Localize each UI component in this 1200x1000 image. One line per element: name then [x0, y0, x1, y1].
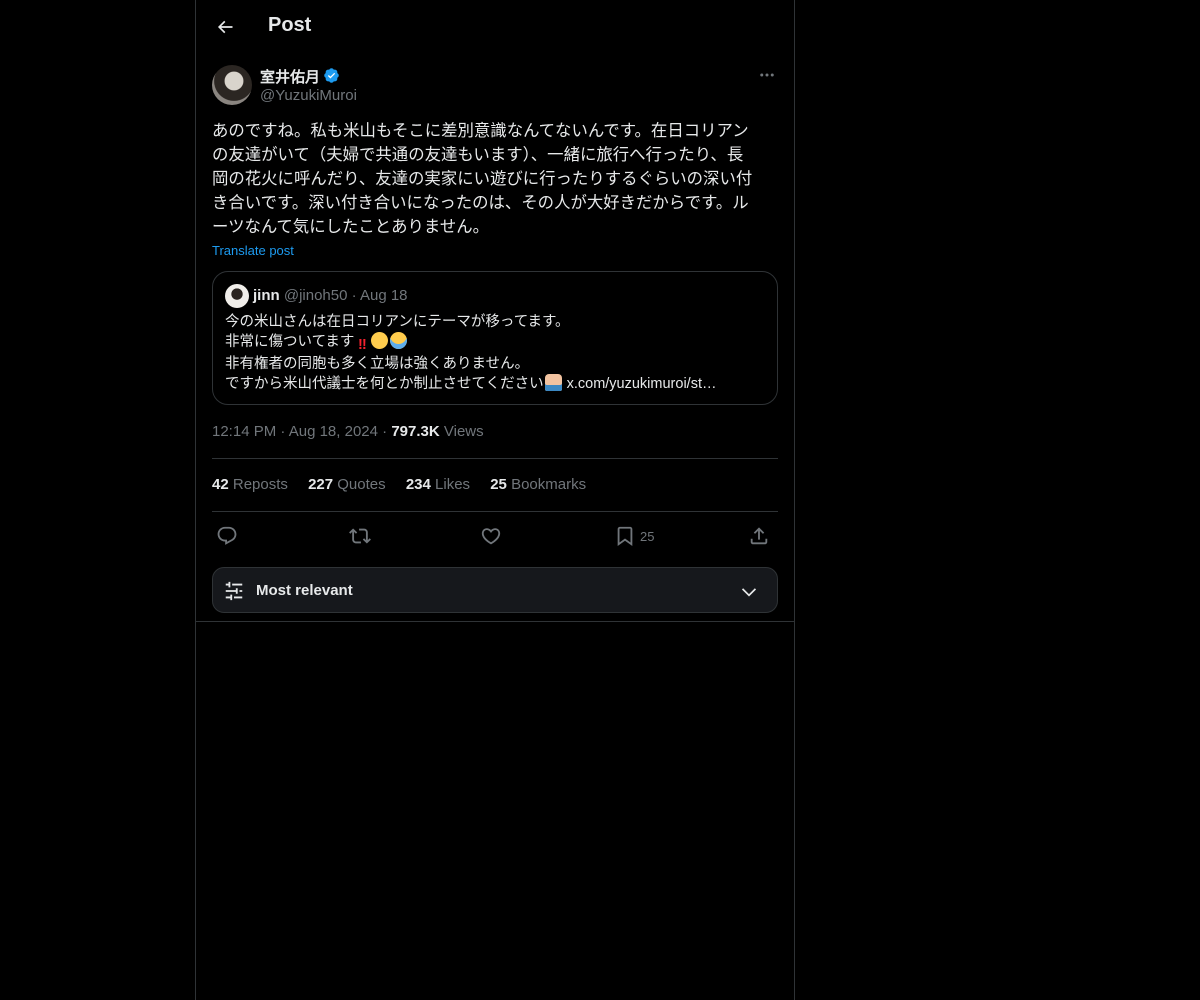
quote-text-line: 非常に傷ついてます ‼ [225, 332, 765, 354]
more-horizontal-icon [760, 73, 774, 77]
quote-author-name[interactable]: jinn [253, 287, 280, 304]
repost-button[interactable] [349, 522, 371, 550]
bookmarks-stat[interactable]: 25 Bookmarks [490, 476, 586, 493]
bookmark-icon [617, 526, 633, 547]
bowing-man-emoji-icon [544, 374, 562, 391]
heart-icon [481, 528, 501, 545]
arrow-left-icon [217, 20, 233, 34]
verified-badge-icon[interactable] [323, 67, 340, 84]
translate-post-link[interactable]: Translate post [212, 243, 294, 258]
quote-author-handle[interactable]: @jinoh50 [284, 287, 348, 304]
divider [196, 621, 794, 622]
views-label[interactable]: Views [444, 423, 484, 440]
back-button[interactable] [210, 12, 240, 42]
bookmark-count: 25 [640, 528, 655, 544]
post-stats: 42 Reposts 227 Quotes 234 Likes 25 Bookm… [212, 476, 602, 493]
avatar[interactable] [212, 65, 252, 105]
post-author: 室井佑月 @YuzukiMuroi [212, 64, 778, 108]
divider [212, 511, 778, 512]
quote-text-line: 今の米山さんは在日コリアンにテーマが移ってます。 [225, 314, 570, 330]
sort-label: Most relevant [256, 582, 353, 599]
separator-dot: · [351, 287, 357, 304]
action-bar: 25 [212, 522, 778, 550]
quote-avatar[interactable] [225, 284, 249, 308]
quote-date[interactable]: Aug 18 [360, 287, 408, 304]
views-count[interactable]: 797.3K [391, 423, 439, 440]
quotes-stat[interactable]: 227 Quotes [308, 476, 386, 493]
reposts-label: Reposts [232, 476, 288, 493]
separator-dot: · [382, 423, 388, 440]
post-text: あのですね。私も米山もそこに差別意識なんてないんです。在日コリアン の友達がいて… [212, 119, 778, 239]
post-column: Post 室井佑月 @YuzukiMuroi あのですね。私も米山もそこに差別意… [195, 0, 795, 1000]
quoted-post[interactable]: jinn @jinoh50 · Aug 18 今の米山さんは在日コリアンにテーマ… [212, 271, 778, 405]
sliders-icon [225, 581, 243, 601]
reply-icon [217, 526, 237, 545]
post-text-line: ーツなんて気にしたことありません。 [212, 218, 489, 236]
post-time[interactable]: 12:14 PM [212, 423, 276, 440]
quote-text-line: ですから米山代議士を何とか制止させてください x.com/yuzukimuroi… [225, 374, 765, 394]
likes-stat[interactable]: 234 Likes [406, 476, 470, 493]
post-meta: 12:14 PM · Aug 18, 2024 · 797.3K Views [212, 423, 484, 440]
sort-replies-dropdown[interactable]: Most relevant [212, 567, 778, 613]
quote-text: 今の米山さんは在日コリアンにテーマが移ってます。 非常に傷ついてます ‼ 非有権者… [225, 312, 765, 394]
likes-label: Likes [435, 476, 471, 493]
post-text-line: 岡の花火に呼んだり、友達の実家にい遊びに行ったりするぐらいの深い付 [212, 170, 753, 188]
sad-face-emoji-icon [371, 332, 389, 349]
like-button[interactable] [480, 522, 502, 550]
bookmarks-count: 25 [490, 476, 507, 493]
post-text-line: の友達がいて（夫婦で共通の友達もいます）、一緒に旅行へ行ったり、長 [212, 146, 744, 164]
quote-text-line: 非有権者の同胞も多く立場は強くありません。 [225, 356, 530, 372]
reposts-stat[interactable]: 42 Reposts [212, 476, 288, 493]
double-exclamation-icon: ‼ [357, 337, 367, 353]
share-button[interactable] [748, 522, 770, 550]
quote-header: jinn @jinoh50 · Aug 18 [253, 287, 408, 304]
divider [212, 458, 778, 459]
quotes-count: 227 [308, 476, 334, 493]
quotes-label: Quotes [337, 476, 386, 493]
crying-face-emoji-icon [390, 332, 408, 349]
reply-button[interactable] [216, 522, 238, 550]
reposts-count: 42 [212, 476, 229, 493]
quote-text-span: ですから米山代議士を何とか制止させてください [225, 376, 544, 392]
post-date[interactable]: Aug 18, 2024 [289, 423, 378, 440]
author-name[interactable]: 室井佑月 [260, 66, 320, 87]
page-title: Post [268, 14, 312, 36]
bookmark-button[interactable]: 25 [614, 522, 654, 550]
bookmarks-label: Bookmarks [511, 476, 587, 493]
more-options-button[interactable] [756, 64, 778, 86]
post-header: Post [196, 0, 794, 54]
post-text-line: あのですね。私も米山もそこに差別意識なんてないんです。在日コリアン [212, 122, 749, 140]
author-handle[interactable]: @YuzukiMuroi [260, 87, 357, 104]
repost-icon [349, 528, 371, 544]
likes-count: 234 [405, 476, 431, 493]
chevron-down-icon [741, 588, 757, 597]
quote-link[interactable]: x.com/yuzukimuroi/st… [563, 376, 717, 392]
post-text-line: き合いです。深い付き合いになったのは、その人が大好きだからです。ル [212, 194, 749, 212]
share-icon [750, 527, 768, 545]
separator-dot: · [280, 423, 286, 440]
quote-text-span: 非常に傷ついてます [225, 334, 355, 350]
